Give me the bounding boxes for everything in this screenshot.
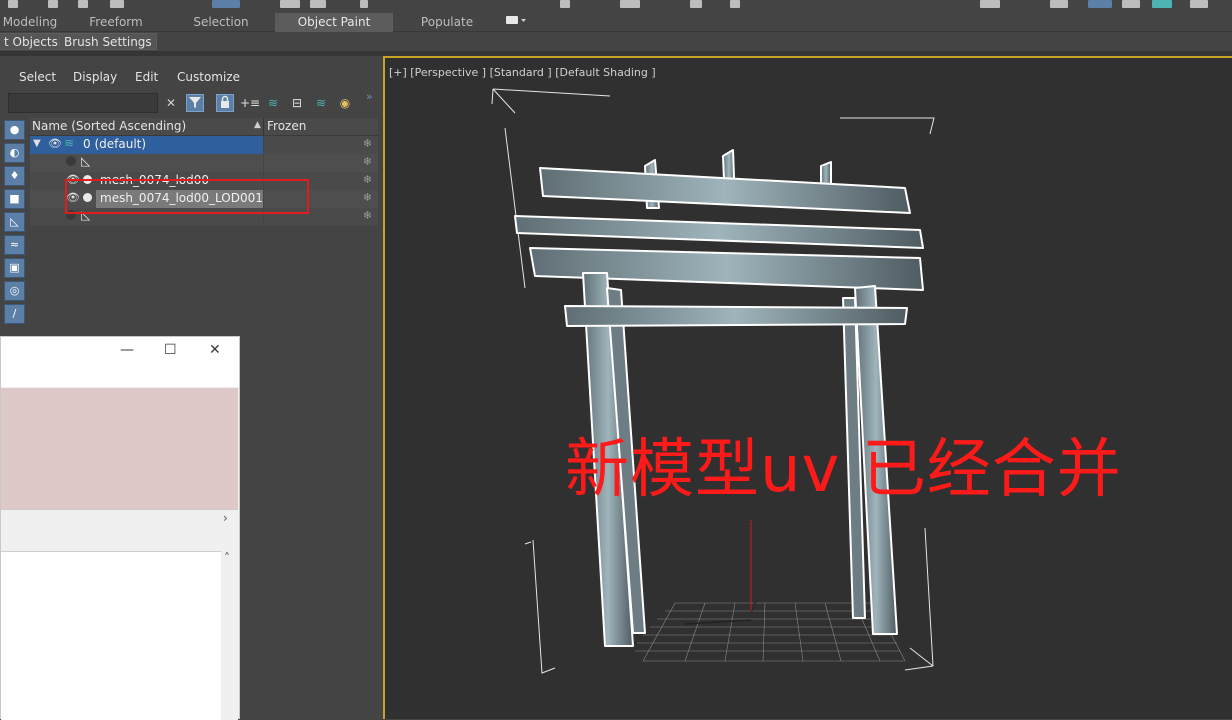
column-frozen-header[interactable]: Frozen — [267, 119, 306, 133]
visibility-eye-icon[interactable]: 👁 — [48, 137, 62, 150]
toolbar-icon[interactable] — [48, 0, 58, 8]
cameras-filter-icon[interactable]: ■ — [4, 189, 25, 209]
row-label: 0 (default) — [83, 137, 147, 151]
clear-search-icon[interactable]: ✕ — [162, 94, 180, 112]
toolbar-icon[interactable] — [620, 0, 640, 8]
perspective-viewport[interactable]: [+] [Perspective ] [Standard ] [Default … — [383, 56, 1232, 719]
scroll-up-icon[interactable]: ˄ — [224, 551, 230, 565]
sort-ascending-icon: ▲ — [254, 120, 261, 130]
toolbar-icon[interactable] — [1088, 0, 1112, 8]
floating-window: — ☐ ✕ › ˄ — [0, 336, 240, 720]
geometry-filter-icon[interactable]: ● — [4, 120, 25, 140]
window-divider — [1, 527, 238, 551]
table-header: Name (Sorted Ascending) ▲ Frozen — [30, 118, 378, 136]
toolbar-icon[interactable] — [8, 0, 18, 8]
toolbar-icon[interactable] — [690, 0, 702, 8]
axis-z-letter: z — [749, 518, 753, 526]
scroll-right-icon[interactable]: › — [223, 511, 228, 525]
frozen-snowflake-icon[interactable]: ❄ — [363, 137, 372, 150]
toolbar-icon[interactable] — [560, 0, 570, 8]
tab-object-paint[interactable]: Object Paint — [275, 13, 393, 32]
select-icon[interactable] — [212, 0, 240, 8]
toolbar-icon[interactable] — [110, 0, 124, 8]
close-icon[interactable]: ✕ — [209, 342, 221, 358]
tab-modeling[interactable]: Modeling — [0, 13, 60, 32]
groups-filter-icon[interactable]: ▣ — [4, 258, 25, 278]
lights-filter-icon[interactable]: ♦ — [4, 166, 25, 186]
tab-paint-objects[interactable]: t Objects — [0, 33, 63, 50]
column-name-header[interactable]: Name (Sorted Ascending) — [32, 119, 186, 133]
color-swatch-area[interactable] — [1, 388, 238, 510]
toolbar-icon[interactable] — [1152, 0, 1172, 8]
column-divider — [263, 118, 264, 136]
add-layer-icon[interactable]: +≡ — [240, 94, 260, 112]
layer-stack-icon[interactable]: ≋ — [312, 94, 330, 112]
torii-gate-model[interactable]: z — [385, 58, 1232, 719]
frozen-snowflake-icon[interactable]: ❄ — [363, 191, 372, 204]
name-cell: ▼ 👁 ≋ 0 (default) — [30, 136, 263, 154]
menu-display[interactable]: Display — [73, 70, 117, 84]
ribbon-options-icon[interactable] — [500, 13, 530, 32]
ribbon-tabs: Modeling Freeform Selection Object Paint… — [0, 13, 1232, 32]
lock-icon[interactable] — [216, 94, 234, 112]
filter-strip: ● ◐ ♦ ■ ◺ ≈ ▣ ◎ / — [4, 120, 27, 327]
list-area[interactable] — [1, 551, 221, 720]
toolbar-icon[interactable] — [1050, 0, 1068, 8]
vertical-scrollbar[interactable]: ˄ — [221, 551, 238, 720]
menu-edit[interactable]: Edit — [135, 70, 158, 84]
tab-selection[interactable]: Selection — [186, 13, 256, 32]
table-row[interactable]: ◺ ❄ — [30, 154, 378, 172]
gate-geometry — [514, 149, 924, 647]
toolbar-icon[interactable] — [310, 0, 326, 8]
name-cell: ◺ — [30, 154, 263, 172]
menu-select[interactable]: Select — [19, 70, 56, 84]
layers-icon[interactable]: ≋ — [264, 94, 282, 112]
ribbon-panel-tabs: t Objects Brush Settings — [0, 32, 1232, 51]
filter-icon[interactable] — [186, 94, 204, 112]
bone-icon: ◺ — [81, 154, 91, 168]
search-input[interactable] — [8, 93, 158, 113]
toolbar-icon[interactable] — [1190, 0, 1208, 8]
bones-filter-icon[interactable]: / — [4, 304, 25, 324]
eye-settings-icon[interactable]: ◉ — [336, 94, 354, 112]
horizontal-scrollbar[interactable]: › — [1, 510, 238, 527]
minimize-icon[interactable]: — — [120, 342, 134, 358]
helpers-filter-icon[interactable]: ◺ — [4, 212, 25, 232]
frozen-cell[interactable]: ❄ — [264, 154, 378, 172]
tab-freeform[interactable]: Freeform — [80, 13, 152, 32]
annotation-text: 新模型uv 已经合并 — [565, 433, 1122, 507]
frozen-snowflake-icon[interactable]: ❄ — [363, 155, 372, 168]
menu-customize[interactable]: Customize — [177, 70, 240, 84]
hierarchy-icon[interactable]: ⊟ — [288, 94, 306, 112]
frozen-cell[interactable]: ❄ — [264, 136, 378, 154]
expand-arrow-icon[interactable]: ▼ — [33, 138, 41, 149]
frozen-snowflake-icon[interactable]: ❄ — [363, 209, 372, 222]
window-title-bar[interactable]: — ☐ ✕ — [1, 337, 239, 387]
frozen-snowflake-icon[interactable]: ❄ — [363, 173, 372, 186]
toolbar-icon[interactable] — [78, 0, 88, 8]
highlight-box — [65, 179, 309, 214]
main-toolbar — [0, 0, 1232, 13]
toolbar-icon[interactable] — [730, 0, 740, 8]
shapes-filter-icon[interactable]: ◐ — [4, 143, 25, 163]
hidden-eye-icon[interactable] — [66, 156, 76, 166]
tab-populate[interactable]: Populate — [410, 13, 484, 32]
xrefs-filter-icon[interactable]: ◎ — [4, 281, 25, 301]
toolbar-icon[interactable] — [360, 0, 368, 8]
expand-toolbar-icon[interactable]: » — [366, 90, 373, 103]
layer-icon: ≋ — [64, 136, 75, 150]
x-axis — [684, 619, 752, 625]
toolbar-icon[interactable] — [1122, 0, 1140, 8]
toolbar-icon[interactable] — [980, 0, 1000, 8]
maximize-icon[interactable]: ☐ — [164, 342, 177, 358]
spacewarps-filter-icon[interactable]: ≈ — [4, 235, 25, 255]
tab-brush-settings[interactable]: Brush Settings — [59, 33, 157, 50]
toolbar-icon[interactable] — [280, 0, 300, 8]
table-row[interactable]: ▼ 👁 ≋ 0 (default) ❄ — [30, 136, 378, 154]
